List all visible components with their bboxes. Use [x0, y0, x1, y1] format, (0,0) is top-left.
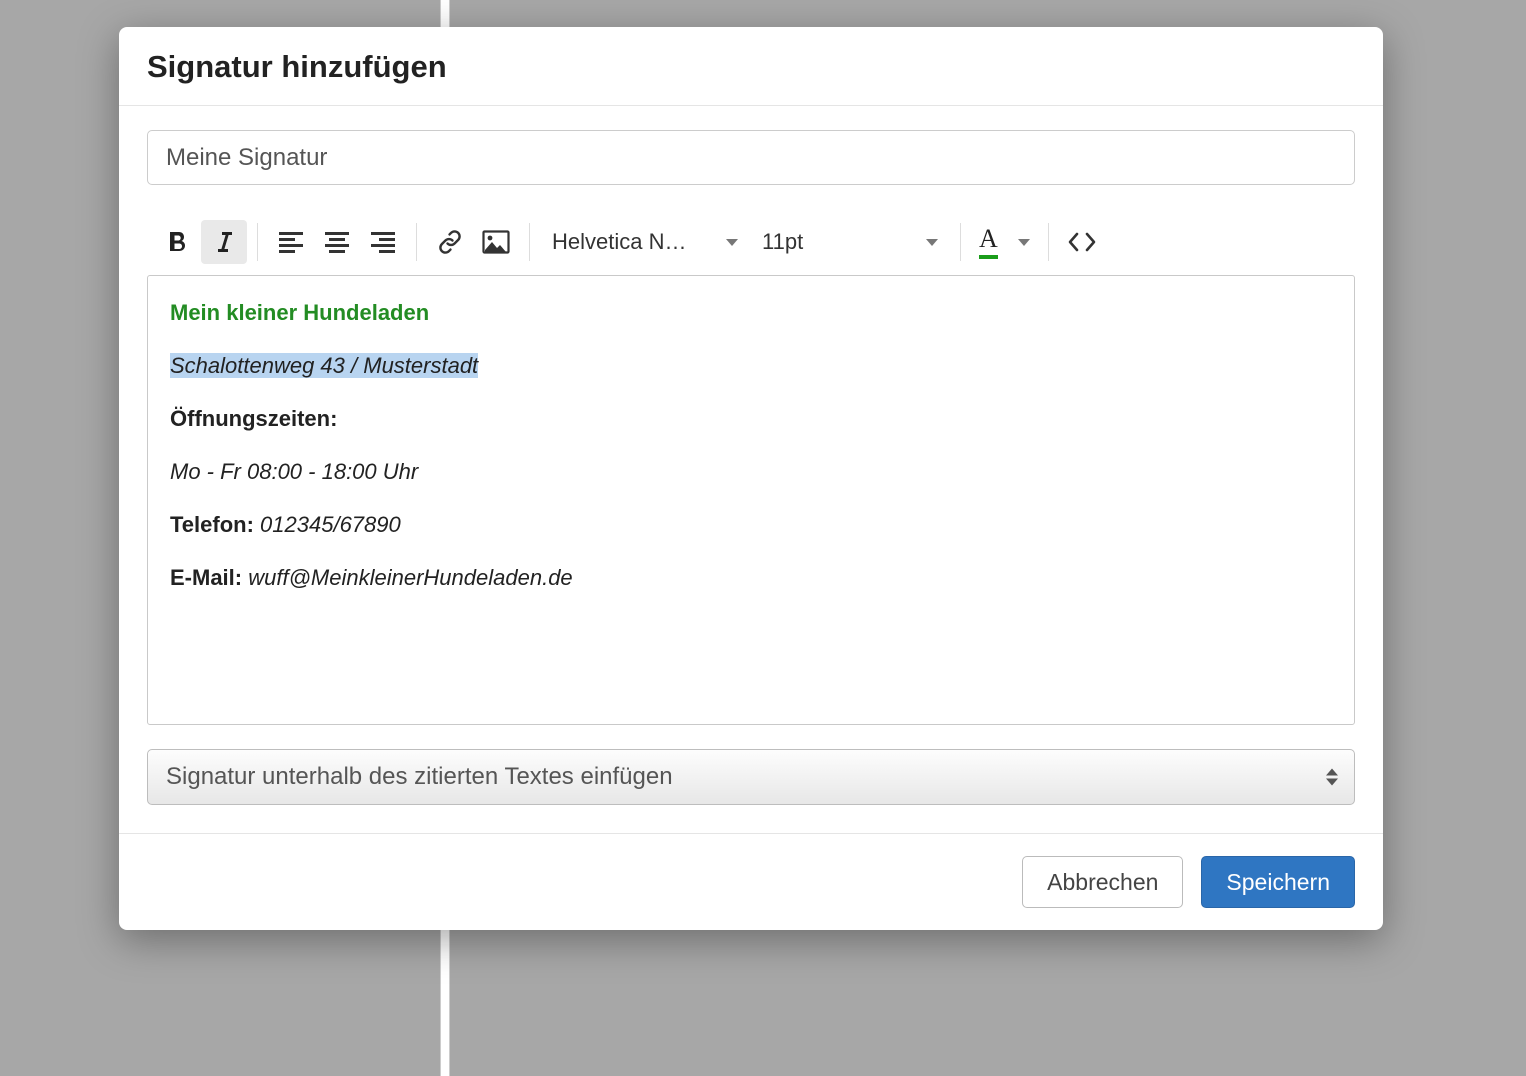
signature-email-label: E-Mail:	[170, 565, 242, 590]
align-right-button[interactable]	[360, 220, 406, 264]
bold-icon	[167, 230, 189, 254]
insert-link-button[interactable]	[427, 220, 473, 264]
signature-hours-value: Mo - Fr 08:00 - 18:00 Uhr	[170, 459, 418, 484]
signature-phone-label: Telefon:	[170, 512, 254, 537]
insert-image-button[interactable]	[473, 220, 519, 264]
chevron-down-icon	[1018, 239, 1030, 246]
toolbar-separator	[529, 223, 530, 261]
dialog-footer: Abbrechen Speichern	[119, 833, 1383, 930]
signature-placement-select[interactable]: Signatur unterhalb des zitierten Textes …	[147, 749, 1355, 805]
source-code-button[interactable]	[1059, 220, 1105, 264]
signature-hours-label: Öffnungszeiten:	[170, 406, 337, 431]
align-left-icon	[278, 231, 304, 253]
link-icon	[437, 229, 463, 255]
signature-title: Mein kleiner Hundeladen	[170, 300, 429, 325]
font-family-label: Helvetica N…	[552, 229, 716, 255]
image-icon	[482, 230, 510, 254]
toolbar-separator	[1048, 223, 1049, 261]
text-color-button[interactable]: A	[971, 220, 1038, 264]
font-size-label: 11pt	[762, 229, 916, 255]
signature-placement-label: Signatur unterhalb des zitierten Textes …	[166, 763, 673, 791]
italic-button[interactable]	[201, 220, 247, 264]
cancel-button[interactable]: Abbrechen	[1022, 856, 1183, 908]
toolbar-separator	[960, 223, 961, 261]
text-color-icon: A	[979, 226, 998, 259]
signature-email-value: wuff@MeinkleinerHundeladen.de	[248, 565, 572, 590]
italic-icon	[214, 230, 234, 254]
dialog-body: Helvetica N… 11pt A	[119, 106, 1383, 833]
chevron-down-icon	[726, 239, 738, 246]
bold-button[interactable]	[155, 220, 201, 264]
select-arrows-icon	[1326, 769, 1338, 786]
signature-editor[interactable]: Mein kleiner Hundeladen Schalottenweg 43…	[147, 275, 1355, 725]
editor-toolbar: Helvetica N… 11pt A	[147, 213, 1355, 271]
align-left-button[interactable]	[268, 220, 314, 264]
signature-address: Schalottenweg 43 / Musterstadt	[170, 353, 478, 378]
chevron-down-icon	[926, 239, 938, 246]
align-right-icon	[370, 231, 396, 253]
save-button[interactable]: Speichern	[1201, 856, 1355, 908]
font-size-select[interactable]: 11pt	[750, 222, 950, 262]
signature-phone-value: 012345/67890	[260, 512, 401, 537]
dialog-title: Signatur hinzufügen	[147, 49, 1355, 85]
add-signature-dialog: Signatur hinzufügen	[119, 27, 1383, 930]
dialog-header: Signatur hinzufügen	[119, 27, 1383, 106]
signature-name-input[interactable]	[147, 130, 1355, 185]
align-center-icon	[324, 231, 350, 253]
toolbar-separator	[416, 223, 417, 261]
code-icon	[1068, 232, 1096, 252]
toolbar-separator	[257, 223, 258, 261]
align-center-button[interactable]	[314, 220, 360, 264]
font-family-select[interactable]: Helvetica N…	[540, 222, 750, 262]
